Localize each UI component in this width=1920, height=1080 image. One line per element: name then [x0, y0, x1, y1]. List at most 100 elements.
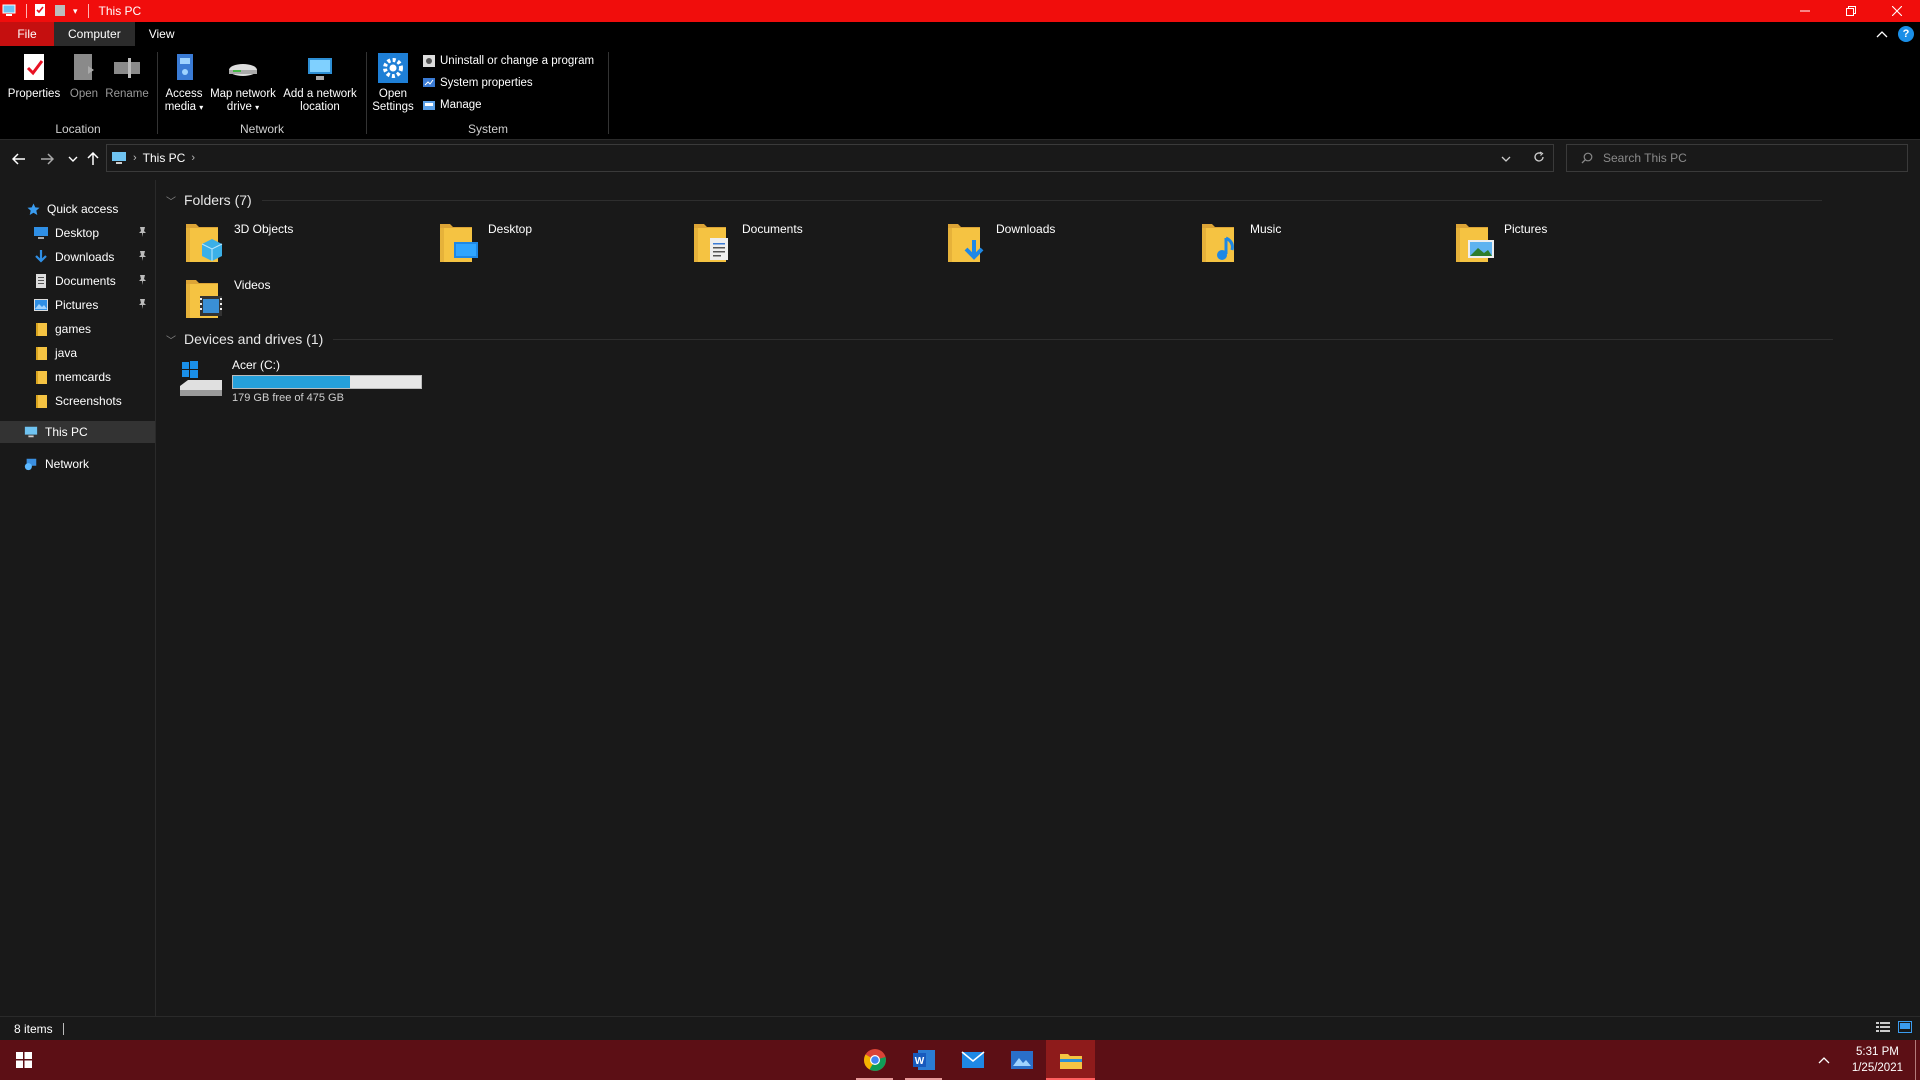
taskbar-clock[interactable]: 5:31 PM 1/25/2021 — [1852, 1044, 1903, 1076]
nav-item-label: Desktop — [55, 226, 100, 240]
nav-quick-access-item[interactable]: Documents — [0, 270, 155, 292]
folder-label: Videos — [234, 278, 271, 292]
drive-name: Acer (C:) — [232, 358, 280, 372]
open-button[interactable]: Open — [66, 52, 102, 101]
forward-arrow-icon — [41, 153, 54, 165]
taskbar-mail[interactable] — [948, 1040, 997, 1080]
new-folder-quick-icon[interactable] — [53, 3, 67, 20]
refresh-icon[interactable] — [1533, 150, 1545, 166]
folder-item[interactable]: Desktop — [438, 218, 678, 268]
clock-time: 5:31 PM — [1856, 1046, 1899, 1058]
folder-item[interactable]: Videos — [184, 274, 424, 324]
desktop-folder-icon — [438, 218, 478, 264]
address-bar[interactable]: › This PC › — [106, 144, 1554, 172]
open-icon — [74, 54, 94, 80]
recent-locations-button[interactable] — [64, 150, 82, 168]
nav-quick-access-item[interactable]: Screenshots — [0, 390, 155, 412]
tab-view[interactable]: View — [135, 22, 189, 46]
folder-label: Pictures — [1504, 222, 1548, 236]
nav-quick-access-item[interactable]: games — [0, 318, 155, 340]
show-desktop-button[interactable] — [1915, 1040, 1920, 1080]
open-settings-label-line2: Settings — [372, 101, 414, 113]
chevron-down-icon — [68, 156, 78, 162]
3d-objects-folder-icon — [184, 218, 224, 264]
uninstall-label: Uninstall or change a program — [440, 55, 595, 67]
close-button[interactable] — [1874, 0, 1920, 22]
access-media-button[interactable]: Access media ▾ — [162, 52, 206, 114]
taskbar-chrome[interactable] — [850, 1040, 899, 1080]
search-box[interactable]: Search This PC — [1566, 144, 1908, 172]
file-explorer-icon — [1059, 1054, 1082, 1069]
nav-quick-access-item[interactable]: java — [0, 342, 155, 364]
folder-item[interactable]: 3D Objects — [184, 218, 424, 268]
folder-item[interactable]: Pictures — [1454, 218, 1694, 268]
pin-icon[interactable] — [138, 298, 147, 312]
collapse-chevron-icon[interactable]: ﹀ — [166, 193, 176, 208]
nav-quick-access[interactable]: Quick access — [0, 198, 155, 220]
minimize-ribbon-icon[interactable] — [1876, 27, 1888, 41]
back-button[interactable] — [10, 150, 28, 168]
system-properties-icon — [423, 78, 435, 87]
breadcrumb-chevron-icon[interactable]: › — [191, 152, 195, 164]
tab-computer[interactable]: Computer — [54, 22, 135, 46]
manage-button[interactable]: Manage — [422, 98, 482, 112]
help-icon[interactable]: ? — [1898, 26, 1914, 42]
drive-free-space: 179 GB free of 475 GB — [232, 392, 344, 404]
nav-quick-access-item[interactable]: Pictures — [0, 294, 155, 316]
this-pc-icon — [112, 152, 126, 164]
downloads-folder-icon — [946, 218, 986, 264]
pin-icon[interactable] — [138, 274, 147, 288]
folder-item[interactable]: Music — [1200, 218, 1440, 268]
properties-quick-icon[interactable] — [33, 3, 47, 20]
folder-label: 3D Objects — [234, 222, 294, 236]
windows-drive-icon — [178, 356, 224, 402]
up-button[interactable] — [84, 150, 102, 168]
nav-network[interactable]: Network — [0, 453, 155, 475]
nav-quick-access-item[interactable]: Desktop — [0, 222, 155, 244]
open-settings-button[interactable]: Open Settings — [372, 52, 414, 114]
folder-item[interactable]: Documents — [692, 218, 932, 268]
details-view-icon[interactable] — [1876, 1021, 1890, 1036]
pin-icon[interactable] — [138, 226, 147, 240]
nav-quick-access-item[interactable]: memcards — [0, 366, 155, 388]
restore-button[interactable] — [1828, 0, 1874, 22]
file-explorer-window: ▾ This PC File Computer View ? Propertie… — [0, 0, 1920, 1080]
uninstall-program-button[interactable]: Uninstall or change a program — [422, 54, 594, 68]
taskbar-photos[interactable] — [997, 1040, 1046, 1080]
forward-button[interactable] — [38, 150, 56, 168]
pictures-folder-icon — [1454, 218, 1494, 264]
music-folder-icon — [1200, 218, 1240, 264]
large-icons-view-icon[interactable] — [1898, 1021, 1912, 1036]
folders-group-header[interactable]: ﹀ Folders (7) — [166, 192, 1822, 208]
location-group-label: Location — [55, 122, 101, 136]
folder-item[interactable]: Downloads — [946, 218, 1186, 268]
nav-quick-access-item[interactable]: Downloads — [0, 246, 155, 268]
address-history-dropdown-icon[interactable] — [1501, 151, 1511, 165]
show-hidden-icons-button[interactable] — [1818, 1053, 1830, 1067]
system-properties-button[interactable]: System properties — [422, 76, 533, 90]
add-network-location-button[interactable]: Add a network location — [280, 52, 360, 114]
pin-icon[interactable] — [138, 250, 147, 264]
rename-button[interactable]: Rename — [104, 52, 150, 101]
nav-this-pc[interactable]: This PC — [0, 421, 155, 443]
devices-header-label: Devices and drives (1) — [184, 331, 324, 347]
customize-quick-access-icon[interactable]: ▾ — [73, 6, 78, 17]
folder-label: Downloads — [996, 222, 1056, 236]
collapse-chevron-icon[interactable]: ﹀ — [166, 332, 176, 347]
start-button[interactable] — [0, 1040, 48, 1080]
navigation-pane: Quick access This PC Network Desktop Down… — [0, 180, 156, 1016]
taskbar: W 5:31 PM 1/25/2021 — [0, 1040, 1920, 1080]
drive-c[interactable]: Acer (C:) 179 GB free of 475 GB — [178, 356, 422, 404]
map-network-drive-button[interactable]: Map network drive ▾ — [208, 52, 278, 114]
folder-icon — [34, 322, 48, 336]
breadcrumb-chevron-icon[interactable]: › — [133, 152, 137, 164]
properties-button[interactable]: Properties — [6, 52, 62, 101]
breadcrumb-this-pc[interactable]: This PC — [143, 151, 186, 165]
devices-group-header[interactable]: ﹀ Devices and drives (1) — [166, 331, 1834, 347]
taskbar-file-explorer[interactable] — [1046, 1040, 1095, 1080]
manage-label: Manage — [440, 99, 482, 111]
taskbar-word[interactable]: W — [899, 1040, 948, 1080]
minimize-button[interactable] — [1782, 0, 1828, 22]
nav-item-label: games — [55, 322, 92, 336]
tab-file[interactable]: File — [0, 22, 54, 46]
